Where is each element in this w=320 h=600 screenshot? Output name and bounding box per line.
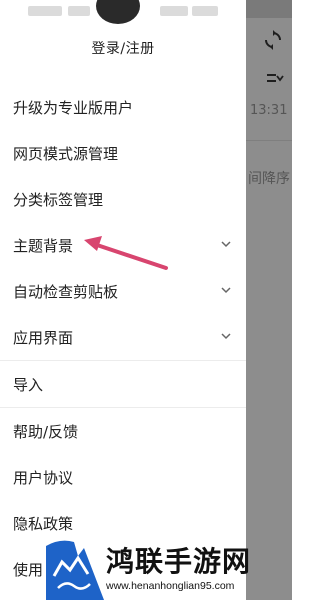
background-sort-label: 间降序 bbox=[248, 171, 290, 187]
menu-item-label: 升级为专业版用户 bbox=[13, 98, 134, 117]
blurred-text bbox=[192, 6, 218, 16]
menu-item-label: 使用 bbox=[13, 560, 44, 579]
chevron-down-icon[interactable] bbox=[220, 330, 232, 342]
chevron-down-icon[interactable] bbox=[220, 238, 232, 250]
watermark-title: 鸿联手游网 bbox=[106, 545, 252, 578]
site-watermark: 鸿联手游网 www.henanhonglian95.com bbox=[44, 536, 292, 600]
background-time: 13:31 bbox=[250, 103, 288, 118]
background-status-strip bbox=[246, 0, 292, 18]
menu-item-user-agreement[interactable]: 用户协议 bbox=[0, 454, 246, 500]
menu-item-app-interface[interactable]: 应用界面 bbox=[0, 314, 246, 360]
menu-item-label: 帮助/反馈 bbox=[13, 422, 79, 441]
menu-item-label: 分类标签管理 bbox=[13, 190, 104, 209]
blurred-text bbox=[160, 6, 188, 16]
menu-item-import[interactable]: 导入 bbox=[0, 361, 246, 407]
menu-item-label: 隐私政策 bbox=[13, 514, 74, 533]
navigation-drawer: 登录/注册 升级为专业版用户 网页模式源管理 分类标签管理 主题背景 自动检查剪… bbox=[0, 0, 246, 600]
menu-item-web-source-manage[interactable]: 网页模式源管理 bbox=[0, 130, 246, 176]
menu-item-label: 网页模式源管理 bbox=[13, 144, 119, 163]
menu-item-category-tags[interactable]: 分类标签管理 bbox=[0, 176, 246, 222]
menu-item-label: 导入 bbox=[13, 375, 44, 394]
blurred-text bbox=[28, 6, 62, 16]
menu-item-help-feedback[interactable]: 帮助/反馈 bbox=[0, 408, 246, 454]
watermark-logo-icon bbox=[46, 540, 104, 600]
chevron-down-icon[interactable] bbox=[220, 284, 232, 296]
background-app: 13:31 间降序 bbox=[246, 0, 292, 600]
sort-icon[interactable] bbox=[266, 72, 284, 86]
login-register-link[interactable]: 登录/注册 bbox=[0, 38, 246, 58]
menu-item-label: 主题背景 bbox=[13, 236, 74, 255]
menu-item-label: 用户协议 bbox=[13, 468, 74, 487]
sync-icon[interactable] bbox=[264, 30, 282, 50]
menu-item-theme-background[interactable]: 主题背景 bbox=[0, 222, 246, 268]
watermark-url: www.henanhonglian95.com bbox=[106, 580, 235, 592]
blurred-text bbox=[68, 6, 90, 16]
menu-item-label: 应用界面 bbox=[13, 328, 74, 347]
drawer-menu: 升级为专业版用户 网页模式源管理 分类标签管理 主题背景 自动检查剪贴板 应用界… bbox=[0, 84, 246, 592]
background-divider bbox=[246, 140, 292, 141]
menu-item-upgrade-pro[interactable]: 升级为专业版用户 bbox=[0, 84, 246, 130]
menu-item-label: 自动检查剪贴板 bbox=[13, 282, 119, 301]
menu-item-auto-clipboard[interactable]: 自动检查剪贴板 bbox=[0, 268, 246, 314]
